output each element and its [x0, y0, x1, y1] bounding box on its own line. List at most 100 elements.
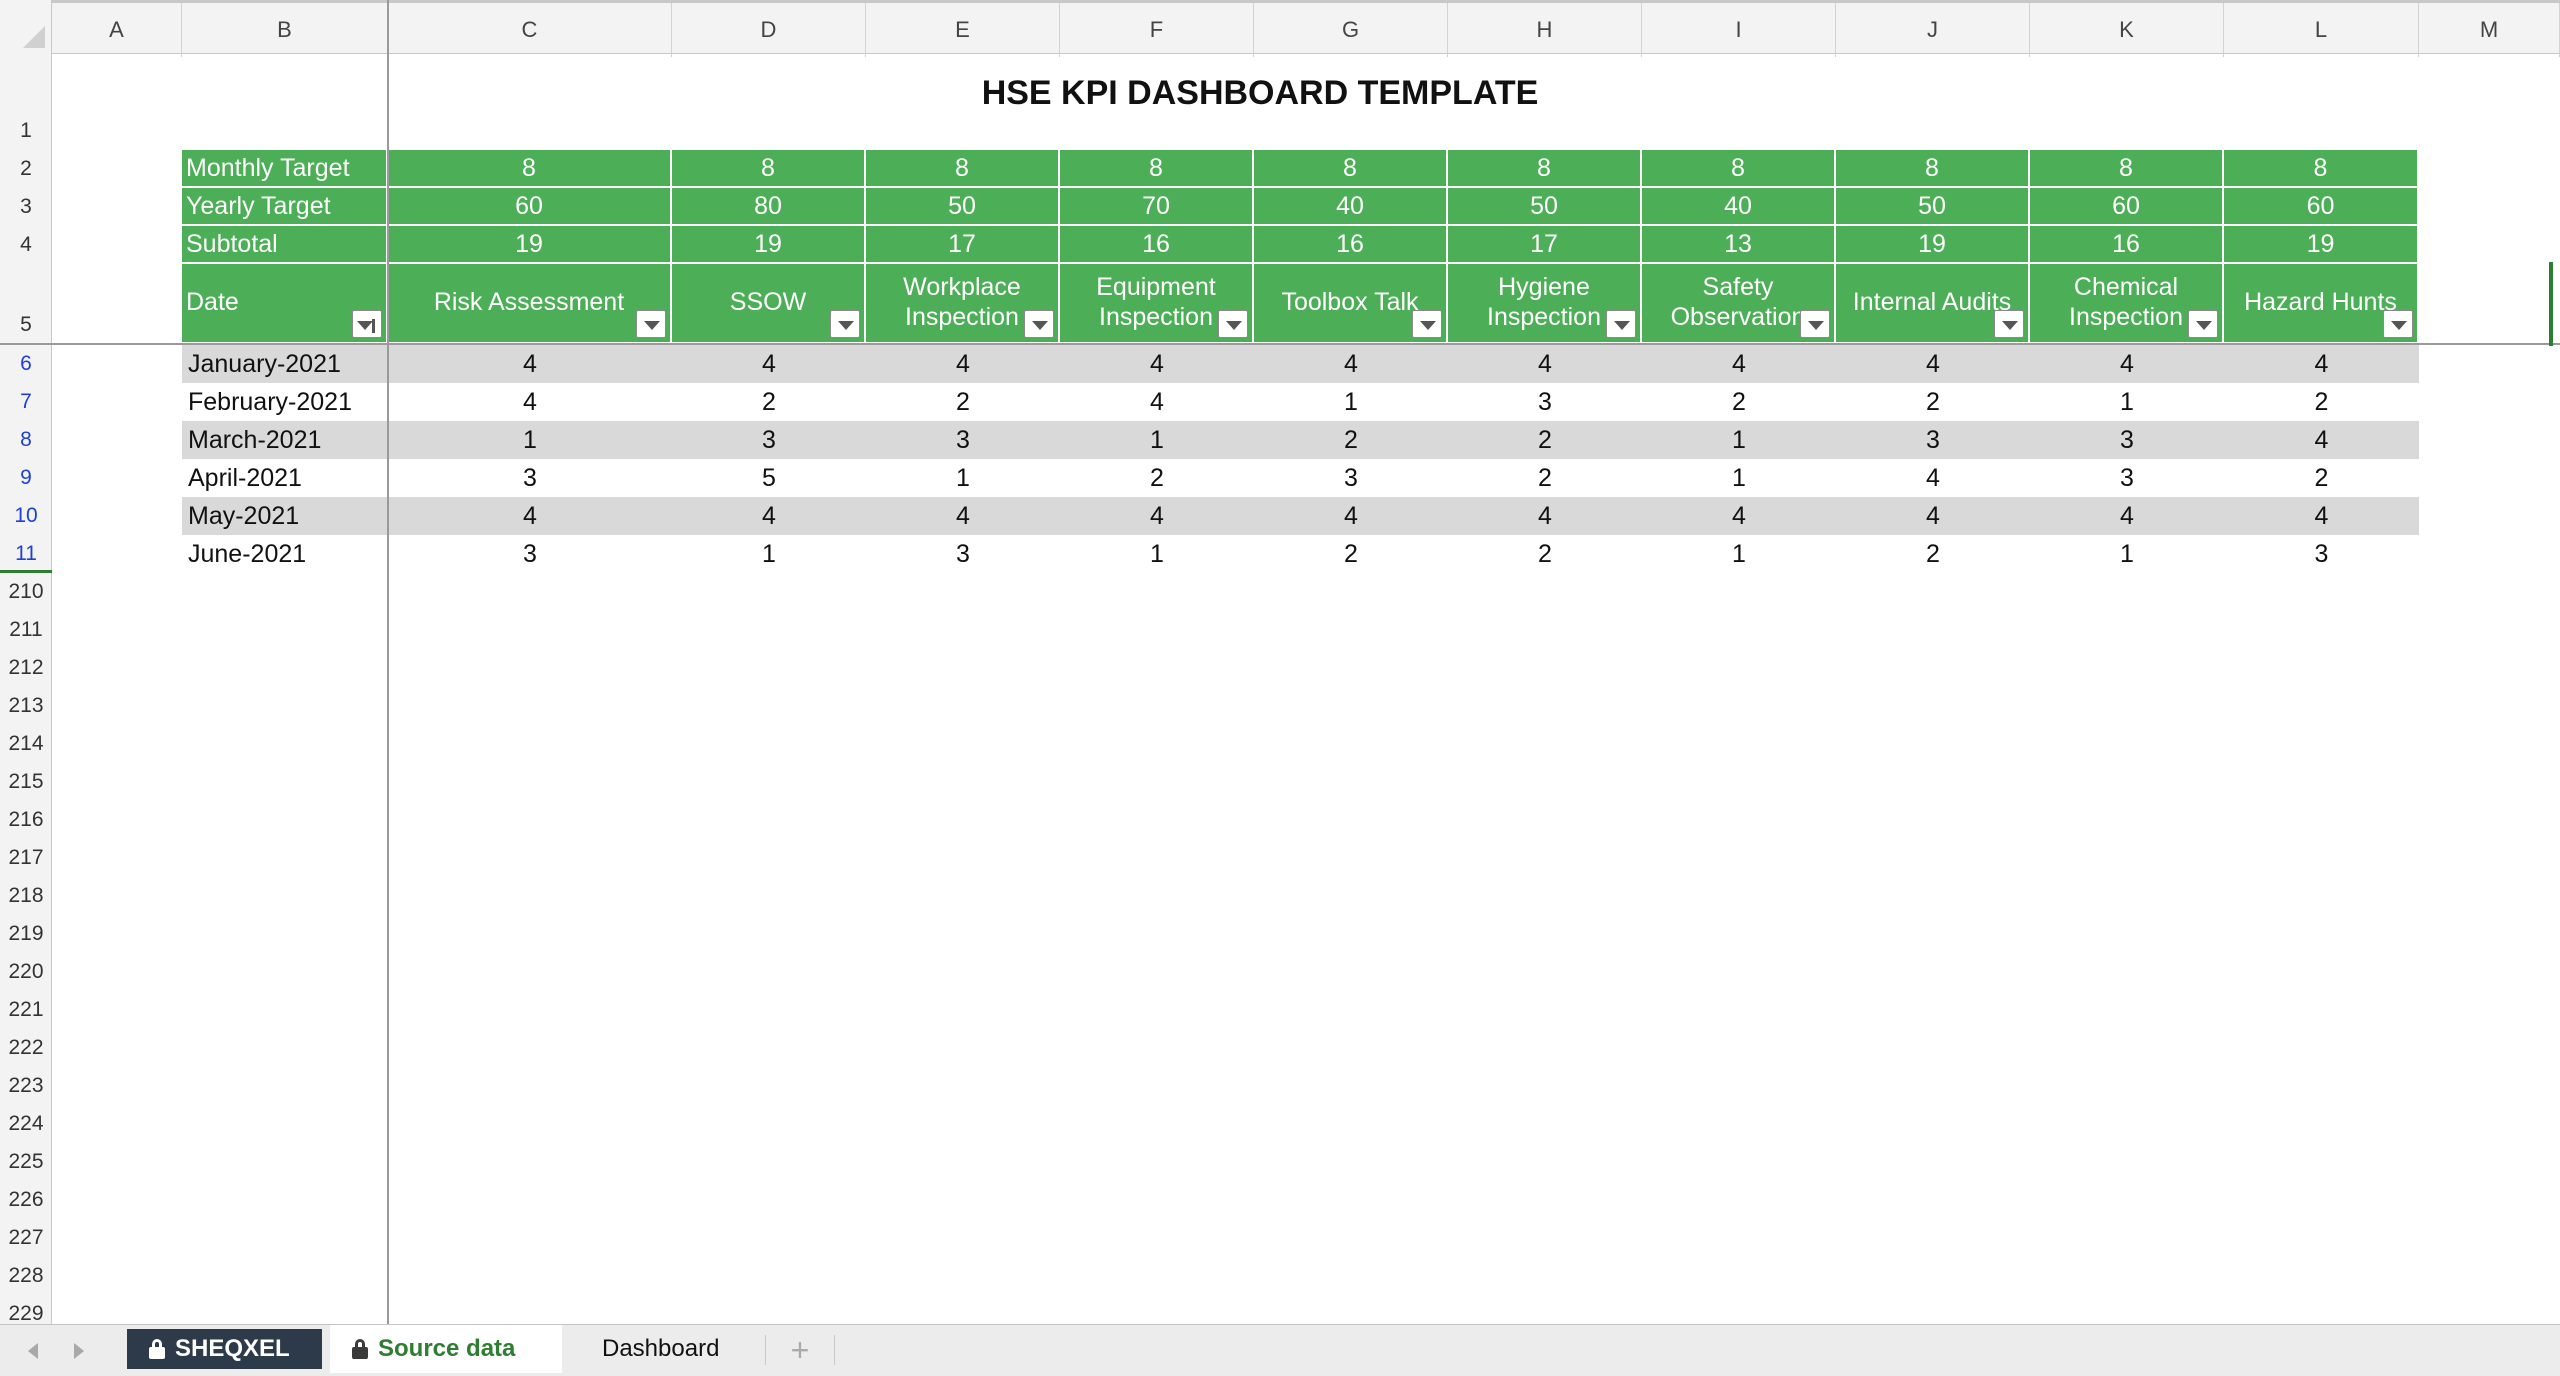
kpi-value-cell[interactable]: 4	[866, 497, 1060, 535]
column-header-k[interactable]: K	[2030, 3, 2224, 57]
row-header-6[interactable]: 6	[0, 345, 52, 383]
kpi-value-cell[interactable]: 4	[1642, 497, 1836, 535]
filter-dropdown-icon[interactable]	[1218, 310, 1248, 338]
kpi-value-cell[interactable]: 4	[1254, 345, 1448, 383]
row-header-221[interactable]: 221	[0, 991, 52, 1029]
row-header-226[interactable]: 226	[0, 1181, 52, 1219]
kpi-value-cell[interactable]: 2	[1254, 535, 1448, 573]
date-cell[interactable]: January-2021	[182, 345, 388, 383]
row-header-211[interactable]: 211	[0, 611, 52, 649]
date-cell[interactable]: February-2021	[182, 383, 388, 421]
kpi-column-header[interactable]: Hygiene Inspection	[1448, 264, 1642, 344]
kpi-value-cell[interactable]: 2	[2224, 459, 2419, 497]
row-header-5[interactable]: 5	[0, 264, 52, 344]
kpi-value-cell[interactable]: 4	[1254, 497, 1448, 535]
row-header-1[interactable]: 1	[0, 54, 52, 150]
row-header-210[interactable]: 210	[0, 573, 52, 611]
column-header-m[interactable]: M	[2419, 3, 2560, 57]
filter-dropdown-icon[interactable]	[1412, 310, 1442, 338]
kpi-value-cell[interactable]: 4	[2030, 345, 2224, 383]
kpi-value-cell[interactable]: 3	[1254, 459, 1448, 497]
row-header-9[interactable]: 9	[0, 459, 52, 497]
kpi-value-cell[interactable]: 1	[1642, 421, 1836, 459]
kpi-value-cell[interactable]: 1	[388, 421, 672, 459]
kpi-value-cell[interactable]: 2	[1060, 459, 1254, 497]
kpi-value-cell[interactable]: 1	[866, 459, 1060, 497]
kpi-value-cell[interactable]: 4	[388, 383, 672, 421]
scroll-right-icon[interactable]	[70, 1339, 90, 1363]
column-header-h[interactable]: H	[1448, 3, 1642, 57]
kpi-value-cell[interactable]: 4	[1642, 345, 1836, 383]
add-sheet-icon[interactable]: +	[780, 1333, 820, 1369]
kpi-column-header[interactable]: Risk Assessment	[388, 264, 672, 344]
kpi-value-cell[interactable]: 4	[1448, 345, 1642, 383]
column-header-g[interactable]: G	[1254, 3, 1448, 57]
row-header-220[interactable]: 220	[0, 953, 52, 991]
kpi-value-cell[interactable]: 1	[1642, 459, 1836, 497]
kpi-value-cell[interactable]: 2	[1836, 535, 2030, 573]
row-header-214[interactable]: 214	[0, 725, 52, 763]
row-header-215[interactable]: 215	[0, 763, 52, 801]
kpi-value-cell[interactable]: 4	[672, 345, 866, 383]
filter-dropdown-icon[interactable]	[636, 310, 666, 338]
sheet-tab-sheqxel[interactable]: SHEQXEL	[127, 1329, 322, 1369]
row-header-218[interactable]: 218	[0, 877, 52, 915]
column-header-d[interactable]: D	[672, 3, 866, 57]
kpi-value-cell[interactable]: 4	[2224, 421, 2419, 459]
kpi-value-cell[interactable]: 2	[1836, 383, 2030, 421]
kpi-value-cell[interactable]: 4	[1836, 459, 2030, 497]
column-header-l[interactable]: L	[2224, 3, 2419, 57]
kpi-value-cell[interactable]: 4	[2224, 345, 2419, 383]
row-header-219[interactable]: 219	[0, 915, 52, 953]
kpi-value-cell[interactable]: 4	[1060, 383, 1254, 421]
kpi-value-cell[interactable]: 1	[2030, 383, 2224, 421]
sheet-tab-dashboard[interactable]: Dashboard	[580, 1325, 755, 1373]
kpi-column-header[interactable]: Safety Observation	[1642, 264, 1836, 344]
date-column-header[interactable]: Date	[182, 264, 388, 344]
sheet-tab-source-data[interactable]: Source data	[330, 1325, 562, 1373]
row-header-228[interactable]: 228	[0, 1257, 52, 1295]
row-header-213[interactable]: 213	[0, 687, 52, 725]
filter-dropdown-icon[interactable]	[2188, 310, 2218, 338]
kpi-value-cell[interactable]: 3	[388, 459, 672, 497]
kpi-value-cell[interactable]: 2	[1254, 421, 1448, 459]
row-header-3[interactable]: 3	[0, 188, 52, 226]
filter-dropdown-icon[interactable]	[1994, 310, 2024, 338]
column-header-i[interactable]: I	[1642, 3, 1836, 57]
row-header-2[interactable]: 2	[0, 150, 52, 188]
kpi-value-cell[interactable]: 3	[1836, 421, 2030, 459]
kpi-value-cell[interactable]: 4	[1060, 345, 1254, 383]
column-header-j[interactable]: J	[1836, 3, 2030, 57]
kpi-column-header[interactable]: Internal Audits	[1836, 264, 2030, 344]
row-header-222[interactable]: 222	[0, 1029, 52, 1067]
kpi-value-cell[interactable]: 2	[1448, 421, 1642, 459]
kpi-value-cell[interactable]: 4	[1836, 345, 2030, 383]
select-all-corner[interactable]	[0, 0, 52, 54]
row-header-229[interactable]: 229	[0, 1295, 52, 1324]
kpi-value-cell[interactable]: 4	[2224, 497, 2419, 535]
kpi-value-cell[interactable]: 1	[1060, 535, 1254, 573]
kpi-value-cell[interactable]: 2	[1642, 383, 1836, 421]
kpi-value-cell[interactable]: 4	[1448, 497, 1642, 535]
kpi-value-cell[interactable]: 4	[2030, 497, 2224, 535]
filter-dropdown-icon[interactable]	[830, 310, 860, 338]
kpi-value-cell[interactable]: 1	[1254, 383, 1448, 421]
kpi-value-cell[interactable]: 3	[866, 421, 1060, 459]
column-header-c[interactable]: C	[388, 3, 672, 57]
row-header-216[interactable]: 216	[0, 801, 52, 839]
row-header-227[interactable]: 227	[0, 1219, 52, 1257]
kpi-column-header[interactable]: SSOW	[672, 264, 866, 344]
scroll-left-icon[interactable]	[24, 1339, 44, 1363]
row-header-8[interactable]: 8	[0, 421, 52, 459]
kpi-value-cell[interactable]: 2	[672, 383, 866, 421]
kpi-value-cell[interactable]: 1	[1642, 535, 1836, 573]
kpi-value-cell[interactable]: 2	[866, 383, 1060, 421]
column-header-b[interactable]: B	[182, 3, 388, 57]
kpi-column-header[interactable]: Toolbox Talk	[1254, 264, 1448, 344]
kpi-value-cell[interactable]: 3	[2224, 535, 2419, 573]
row-header-223[interactable]: 223	[0, 1067, 52, 1105]
kpi-column-header[interactable]: Chemical Inspection	[2030, 264, 2224, 344]
kpi-value-cell[interactable]: 1	[672, 535, 866, 573]
column-header-e[interactable]: E	[866, 3, 1060, 57]
date-cell[interactable]: April-2021	[182, 459, 388, 497]
